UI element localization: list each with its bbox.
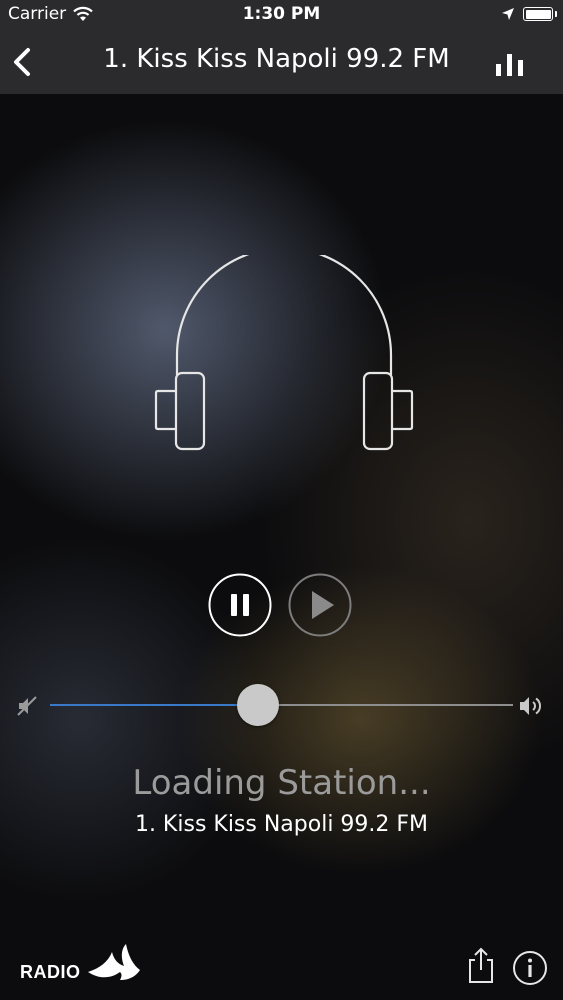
loading-status: Loading Station... [132,763,431,803]
volume-up-icon [520,697,542,715]
equalizer-bars-icon [496,54,523,76]
station-name: 1. Kiss Kiss Napoli 99.2 FM [134,812,429,837]
status-bar: Carrier 1:30 PM [0,0,563,30]
pause-button[interactable] [208,573,272,637]
volume-slider-track[interactable] [50,704,513,706]
play-button[interactable] [288,573,352,637]
nav-bar: 1. Kiss Kiss Napoli 99.2 FM [0,30,563,94]
pause-icon [231,594,249,616]
info-button[interactable] [512,950,548,986]
location-arrow-icon [502,8,514,20]
play-icon [312,591,334,619]
now-playing-bars-button[interactable] [495,50,529,80]
playback-controls [0,573,563,639]
swift-bird-icon [88,944,140,980]
logo-text: RADIO [20,962,81,982]
volume-control [0,680,563,730]
battery-icon [523,7,557,21]
headphones-icon [154,255,414,451]
share-icon [469,947,493,983]
status-time: 1:30 PM [242,4,321,24]
volume-slider-thumb[interactable] [237,684,280,726]
volume-mute-icon [17,696,37,716]
back-button[interactable] [6,42,42,82]
chevron-left-icon [14,48,30,76]
volume-slider-fill [50,704,259,706]
info-icon [513,951,547,985]
radio-logo: RADIO [20,940,150,988]
nav-title: 1. Kiss Kiss Napoli 99.2 FM [103,44,450,74]
share-button[interactable] [466,946,496,984]
